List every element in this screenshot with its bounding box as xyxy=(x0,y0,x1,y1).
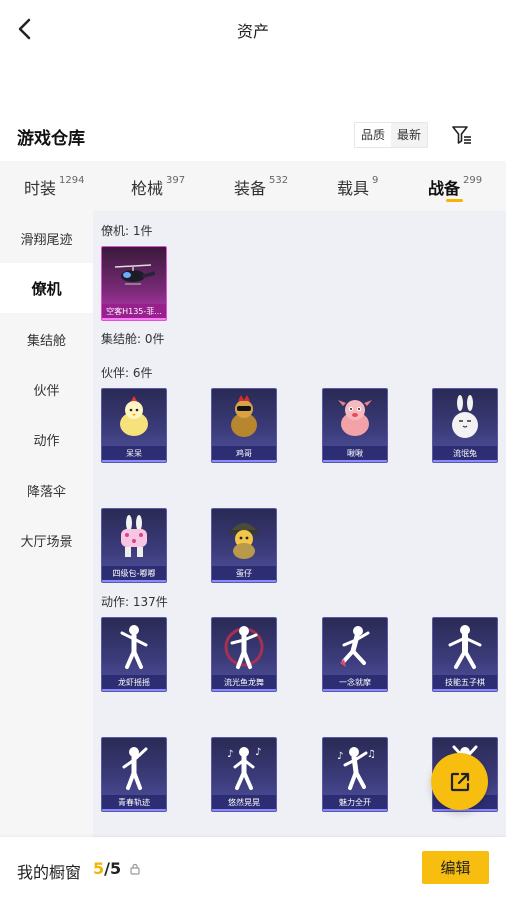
side-item-parachute[interactable]: 降落伞 xyxy=(0,465,93,515)
side-item-partner[interactable]: 伙伴 xyxy=(0,364,93,414)
tab-count: 299 xyxy=(463,175,483,186)
item-card[interactable]: 啾啾 xyxy=(322,388,388,463)
item-card[interactable]: 空客H135-菲... xyxy=(101,246,167,321)
section-title-capsule: 集结舱: 0件 xyxy=(101,332,165,346)
tab-count: 397 xyxy=(166,175,186,186)
tab-vehicles[interactable]: 载具 9 xyxy=(337,175,378,199)
item-card[interactable]: 流氓兔 xyxy=(432,388,498,463)
section-title-partner: 伙伴: 6件 xyxy=(101,366,153,380)
category-tabs: 时装 1294 枪械 397 装备 532 载具 9 战备 299 xyxy=(0,161,506,211)
side-item-glide-trail[interactable]: 滑翔尾迹 xyxy=(0,213,93,263)
rarity-bar xyxy=(102,689,166,691)
item-card[interactable]: 技能五子棋 xyxy=(432,617,498,692)
leap-pose-icon xyxy=(323,618,387,676)
svg-text:♪: ♪ xyxy=(255,747,261,758)
item-card[interactable]: 蛋仔 xyxy=(211,508,277,583)
filter-button[interactable] xyxy=(449,122,475,148)
tab-label: 时装 xyxy=(24,179,57,198)
rarity-bar xyxy=(102,460,166,462)
item-card[interactable]: 龙虾摇摇 xyxy=(101,617,167,692)
sort-toggle: 品质 最新 xyxy=(354,122,429,148)
helmet-chick-icon xyxy=(212,509,276,567)
chick-icon xyxy=(102,389,166,447)
item-card[interactable]: 青春轨迹 xyxy=(101,737,167,812)
rarity-bar xyxy=(212,460,276,462)
rarity-bar xyxy=(323,460,387,462)
charm-pose-icon: ♪ ♫ xyxy=(323,738,387,796)
rarity-bar xyxy=(212,580,276,582)
active-tab-indicator xyxy=(446,199,463,202)
showcase-total: 5 xyxy=(109,859,122,878)
page-title: 资产 xyxy=(236,22,269,41)
tab-equipment[interactable]: 装备 532 xyxy=(234,175,288,199)
item-card[interactable]: 流光鱼龙舞 xyxy=(211,617,277,692)
tab-combat-gear[interactable]: 战备 299 xyxy=(428,175,482,199)
showcase-current: 5 xyxy=(93,859,105,878)
tab-count: 9 xyxy=(372,175,379,186)
warehouse-title: 游戏仓库 xyxy=(17,129,85,149)
tab-count: 1294 xyxy=(59,175,85,186)
tab-label: 战备 xyxy=(428,179,461,198)
tab-label: 装备 xyxy=(234,179,267,198)
tab-count: 532 xyxy=(269,175,289,186)
tab-label: 枪械 xyxy=(131,179,164,198)
edit-button[interactable]: 编辑 xyxy=(422,851,489,884)
rarity-bar xyxy=(433,689,497,691)
showcase-bar: 我的橱窗 5/5 编辑 xyxy=(0,837,506,897)
helicopter-icon xyxy=(102,247,166,305)
dance-pose-icon xyxy=(102,618,166,676)
showcase-label: 我的橱窗 xyxy=(17,863,82,882)
dragon-dance-pose-icon xyxy=(212,618,276,676)
tab-label: 载具 xyxy=(337,179,370,198)
showcase-count: 5/5 xyxy=(93,859,121,878)
sort-by-latest-button[interactable]: 最新 xyxy=(391,123,427,147)
rarity-bar xyxy=(323,809,387,811)
item-card[interactable]: 一念就摩 xyxy=(322,617,388,692)
side-menu: 滑翔尾迹 僚机 集结舱 伙伴 动作 降落伞 大厅场景 xyxy=(0,211,93,837)
item-card[interactable]: ♪ ♫ 魅力全开 xyxy=(322,737,388,812)
rarity-bar xyxy=(433,460,497,462)
svg-text:♪: ♪ xyxy=(227,749,233,760)
svg-text:♪: ♪ xyxy=(337,751,343,762)
side-item-emote[interactable]: 动作 xyxy=(0,414,93,464)
item-card[interactable]: ♪ ♪ 悠然晃晃 xyxy=(211,737,277,812)
pink-bird-icon xyxy=(323,389,387,447)
external-link-icon xyxy=(450,772,469,791)
svg-text:♫: ♫ xyxy=(367,749,376,760)
stance-pose-icon xyxy=(433,618,497,676)
side-item-lobby-scene[interactable]: 大厅场景 xyxy=(0,515,93,565)
wave-pose-icon xyxy=(102,738,166,796)
rarity-bar xyxy=(212,689,276,691)
item-grid: 僚机: 1件 空客H135-菲... 集结舱: 0件 伙伴: 6件 呆呆 鸡哥 xyxy=(93,211,506,837)
lock-icon xyxy=(130,863,140,875)
top-bar: 资产 xyxy=(0,0,506,60)
rabbit-icon xyxy=(433,389,497,447)
item-card[interactable]: 四级包-嘟嘟 xyxy=(101,508,167,583)
rarity-bar xyxy=(102,318,166,320)
filter-icon xyxy=(452,126,471,144)
sort-by-quality-button[interactable]: 品质 xyxy=(355,123,392,147)
tab-weapons[interactable]: 枪械 397 xyxy=(131,175,185,199)
item-card[interactable]: 呆呆 xyxy=(101,388,167,463)
rooster-icon xyxy=(212,389,276,447)
rarity-bar xyxy=(212,809,276,811)
section-title-emote: 动作: 137件 xyxy=(101,595,168,609)
rarity-bar xyxy=(102,809,166,811)
rarity-bar xyxy=(102,580,166,582)
music-pose-icon: ♪ ♪ xyxy=(212,738,276,796)
section-title-wingman: 僚机: 1件 xyxy=(101,224,153,238)
share-button[interactable] xyxy=(431,753,488,810)
tab-fashion[interactable]: 时装 1294 xyxy=(24,175,84,199)
rarity-bar xyxy=(323,689,387,691)
side-item-wingman[interactable]: 僚机 xyxy=(0,263,93,313)
item-card[interactable]: 鸡哥 xyxy=(211,388,277,463)
backpack-bunny-icon xyxy=(102,509,166,567)
side-item-capsule[interactable]: 集结舱 xyxy=(0,314,93,364)
